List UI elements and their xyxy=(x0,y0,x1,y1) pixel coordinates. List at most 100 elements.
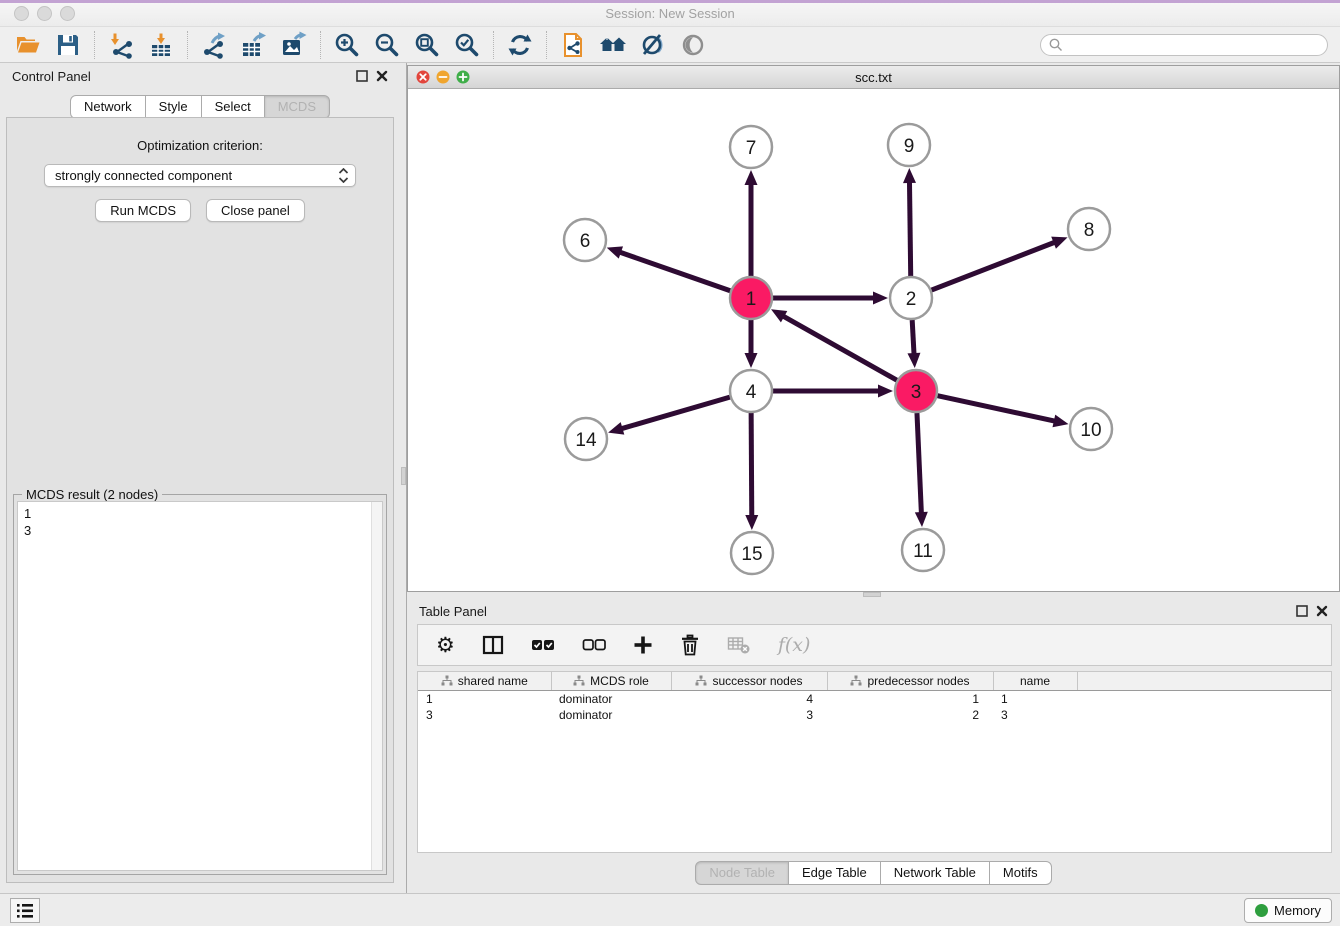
list-icon xyxy=(15,902,35,920)
vertical-splitter[interactable] xyxy=(400,63,407,893)
edge-2-8[interactable] xyxy=(932,242,1056,290)
task-history-button[interactable] xyxy=(10,898,40,923)
dropdown-selected-value: strongly connected component xyxy=(55,168,338,183)
network-graph[interactable]: 1234678910111415 xyxy=(408,89,1339,591)
export-network-icon[interactable] xyxy=(194,29,234,61)
column-header-name[interactable]: name xyxy=(993,672,1077,691)
open-file-icon[interactable] xyxy=(8,29,48,61)
save-session-icon[interactable] xyxy=(48,29,88,61)
table-cell[interactable]: dominator xyxy=(551,691,671,707)
table-cell[interactable]: 2 xyxy=(827,707,993,723)
close-panel-icon[interactable] xyxy=(1316,605,1328,617)
column-header-mcds-role[interactable]: MCDS role xyxy=(551,672,671,691)
deselect-all-icon[interactable] xyxy=(582,638,606,652)
table-cell[interactable]: 3 xyxy=(418,707,551,723)
first-neighbors-icon[interactable] xyxy=(593,29,633,61)
network-canvas[interactable]: 1234678910111415 xyxy=(408,89,1339,591)
table-row[interactable]: 3dominator323 xyxy=(418,707,1331,723)
gear-icon[interactable]: ⚙ xyxy=(436,635,455,656)
import-table-icon[interactable] xyxy=(141,29,181,61)
search-icon xyxy=(1048,37,1064,53)
mcds-result-title: MCDS result (2 nodes) xyxy=(22,487,162,502)
edge-arrowhead xyxy=(907,353,920,368)
window-title: Session: New Session xyxy=(0,6,1340,21)
table-cell[interactable]: 1 xyxy=(827,691,993,707)
network-window-titlebar[interactable]: scc.txt xyxy=(408,66,1339,89)
edge-1-6[interactable] xyxy=(619,252,730,291)
column-header-successor-nodes[interactable]: successor nodes xyxy=(671,672,827,691)
clone-network-icon[interactable] xyxy=(553,29,593,61)
edge-2-3[interactable] xyxy=(912,320,914,355)
tab-mcds[interactable]: MCDS xyxy=(264,95,330,119)
run-mcds-button[interactable]: Run MCDS xyxy=(95,199,191,222)
table-cell[interactable]: dominator xyxy=(551,707,671,723)
table-cell[interactable]: 3 xyxy=(993,707,1077,723)
table-cell[interactable]: 3 xyxy=(671,707,827,723)
show-graphics-icon[interactable] xyxy=(673,29,713,61)
zoom-selected-icon[interactable] xyxy=(447,29,487,61)
edge-arrowhead xyxy=(873,292,888,305)
node-label-14: 14 xyxy=(575,430,597,451)
table-cell[interactable]: 1 xyxy=(993,691,1077,707)
delete-column-icon[interactable] xyxy=(680,634,700,656)
zoom-in-icon[interactable] xyxy=(327,29,367,61)
memory-button[interactable]: Memory xyxy=(1244,898,1332,923)
edge-3-10[interactable] xyxy=(937,396,1055,422)
edge-3-1[interactable] xyxy=(782,316,896,381)
edge-3-11[interactable] xyxy=(917,413,921,514)
control-panel: Control Panel NetworkStyleSelectMCDS Opt… xyxy=(0,63,400,893)
memory-status-icon xyxy=(1255,904,1268,917)
tab-motifs[interactable]: Motifs xyxy=(989,861,1052,885)
zoom-out-icon[interactable] xyxy=(367,29,407,61)
node-label-9: 9 xyxy=(904,136,915,157)
optimization-criterion-select[interactable]: strongly connected component xyxy=(44,164,356,187)
column-header-shared-name[interactable]: shared name xyxy=(418,672,551,691)
edge-2-9[interactable] xyxy=(909,181,910,276)
import-network-icon[interactable] xyxy=(101,29,141,61)
result-scrollbar[interactable] xyxy=(371,502,382,870)
edge-4-14[interactable] xyxy=(621,397,730,429)
close-panel-icon[interactable] xyxy=(376,70,388,82)
function-builder-icon[interactable]: f(x) xyxy=(778,634,811,656)
edge-arrowhead xyxy=(1051,237,1067,249)
hide-selected-icon[interactable] xyxy=(633,29,673,61)
tab-edge-table[interactable]: Edge Table xyxy=(788,861,881,885)
tab-node-table[interactable]: Node Table xyxy=(695,861,789,885)
refresh-icon[interactable] xyxy=(500,29,540,61)
tree-icon xyxy=(695,675,707,687)
delete-table-icon[interactable] xyxy=(727,635,751,655)
table-cell[interactable]: 4 xyxy=(671,691,827,707)
window-accent-strip xyxy=(0,0,1340,3)
tab-select[interactable]: Select xyxy=(201,95,265,119)
split-columns-icon[interactable] xyxy=(482,635,504,655)
table-cell[interactable]: 1 xyxy=(418,691,551,707)
export-table-icon[interactable] xyxy=(234,29,274,61)
node-label-11: 11 xyxy=(913,541,933,562)
edge-4-15[interactable] xyxy=(751,413,752,517)
float-panel-icon[interactable] xyxy=(1296,605,1308,617)
column-header-predecessor-nodes[interactable]: predecessor nodes xyxy=(827,672,993,691)
memory-label: Memory xyxy=(1274,903,1321,918)
close-panel-button[interactable]: Close panel xyxy=(206,199,305,222)
tree-icon xyxy=(850,675,862,687)
splitter-grip[interactable] xyxy=(401,467,406,485)
search-input[interactable] xyxy=(1040,34,1328,56)
mcds-result-textarea[interactable]: 1 3 xyxy=(17,501,383,871)
node-label-10: 10 xyxy=(1080,420,1101,441)
edge-arrowhead xyxy=(878,385,893,398)
tab-network-table[interactable]: Network Table xyxy=(880,861,990,885)
edge-arrowhead xyxy=(607,246,623,258)
tab-style[interactable]: Style xyxy=(145,95,202,119)
mcds-panel: Optimization criterion: strongly connect… xyxy=(6,117,394,883)
float-panel-icon[interactable] xyxy=(356,70,368,82)
tab-network[interactable]: Network xyxy=(70,95,146,119)
table-toolbar: ⚙ f(x) xyxy=(417,624,1332,666)
zoom-fit-icon[interactable] xyxy=(407,29,447,61)
tree-icon xyxy=(441,675,453,687)
export-image-icon[interactable] xyxy=(274,29,314,61)
toolbar-separator xyxy=(94,31,95,59)
select-all-icon[interactable] xyxy=(531,638,555,652)
table-row[interactable]: 1dominator411 xyxy=(418,691,1331,707)
splitter-grip[interactable] xyxy=(863,592,881,597)
add-column-icon[interactable] xyxy=(633,635,653,655)
